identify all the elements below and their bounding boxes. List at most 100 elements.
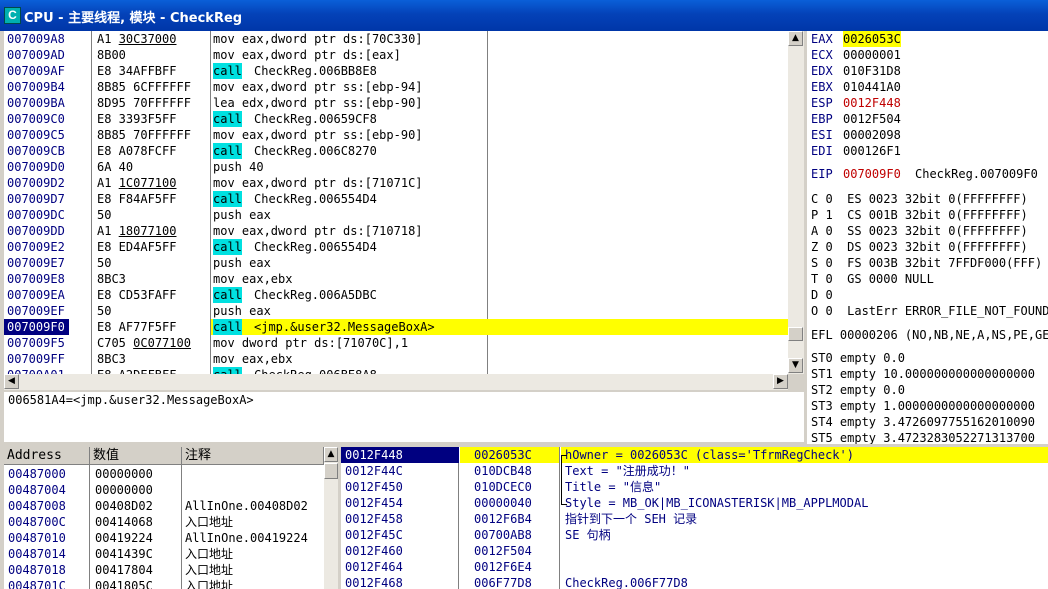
disasm-row[interactable]: 007009FF 8BC3 mov eax,ebx <box>4 351 788 367</box>
dump-row[interactable]: 0048700C 00414068 入口地址 <box>4 514 324 530</box>
dump-value: 00408D02 <box>95 499 153 513</box>
dump-value: 00414068 <box>95 515 153 529</box>
title-bar[interactable]: C CPU - 主要线程, 模块 - CheckReg <box>0 0 1048 31</box>
stack-row[interactable]: 0012F458 0012F6B4 指针到下一个 SEH 记录 <box>341 511 1048 527</box>
dump-header-comment[interactable]: 注释 <box>182 447 324 465</box>
scroll-down-button[interactable]: ▼ <box>788 358 803 373</box>
disasm-row[interactable]: 007009D0 6A 40 push 40 <box>4 159 788 175</box>
disasm-row[interactable]: 007009EF 50 push eax <box>4 303 788 319</box>
stack-address: 0012F468 <box>345 576 403 589</box>
stack-row[interactable]: 0012F464 0012F6E4 <box>341 559 1048 575</box>
disasm-hex: E8 F84AF5FF <box>97 192 177 206</box>
disasm-hex: 50 <box>97 304 112 318</box>
stack-row[interactable]: 0012F468 006F77D8 CheckReg.006F77D8 <box>341 575 1048 589</box>
disasm-instruction: CheckReg.006BE8A8 <box>254 367 377 374</box>
disasm-row[interactable]: 007009A8 A1 30C37000 mov eax,dword ptr ds:… <box>4 31 788 47</box>
info-line: 006581A4=<jmp.&user32.MessageBoxA> <box>8 393 254 407</box>
disasm-instruction: push 40 <box>213 160 264 174</box>
dump-row[interactable]: 00487014 0041439C 入口地址 <box>4 546 324 562</box>
disasm-address: 007009EA <box>7 288 65 302</box>
dump-row[interactable]: 00487010 00419224 AllInOne.00419224 <box>4 530 324 546</box>
disasm-row[interactable]: 007009D2 A1 1C077100 mov eax,dword ptr ds:… <box>4 175 788 191</box>
dump-row[interactable]: 00487004 00000000 <box>4 482 324 498</box>
dump-row[interactable]: 00487018 00417804 入口地址 <box>4 562 324 578</box>
dump-address: 00487014 <box>8 547 66 561</box>
stack-comment: Text = "注册成功！" <box>565 464 691 478</box>
disasm-row[interactable]: 007009C0 E8 3393F5FF call CheckReg.00659CF8 <box>4 111 788 127</box>
disassembly-vscrollbar[interactable]: ▲ ▼ <box>788 31 804 374</box>
flag-line: O 0 LastErr ERROR_FILE_NOT_FOUND <box>811 304 1048 318</box>
stack-address: 0012F454 <box>345 496 403 510</box>
stack-row[interactable]: 0012F450 010DCEC0 Title = "信息" <box>341 479 1048 495</box>
scroll-up-button[interactable]: ▲ <box>788 31 803 46</box>
disasm-row[interactable]: 007009B4 8B85 6CFFFFFF mov eax,dword ptr s… <box>4 79 788 95</box>
fpu-line: ST0 empty 0.0 <box>811 351 905 365</box>
scroll-right-button[interactable]: ▶ <box>773 374 788 389</box>
registers-pane[interactable]: EAX 0026053C ECX 00000001 EDX 010F31D8 EBX 0104… <box>807 31 1048 444</box>
dump-comment: 入口地址 <box>185 579 234 589</box>
disasm-row[interactable]: 007009AF E8 34AFFBFF call CheckReg.006BB8E8 <box>4 63 788 79</box>
dump-row[interactable]: 00487000 00000000 <box>4 466 324 482</box>
dump-comment: 入口地址 <box>185 515 234 529</box>
disasm-hex: 50 <box>97 208 112 222</box>
app-icon: C <box>4 7 21 24</box>
dump-row[interactable]: 0048701C 0041805C 入口地址 <box>4 578 324 589</box>
disasm-hex: A1 <box>97 176 119 190</box>
disasm-row[interactable]: 007009C5 8B85 70FFFFFF mov eax,dword ptr s… <box>4 127 788 143</box>
dump-value: 0041805C <box>95 579 153 589</box>
dump-row[interactable]: 00487008 00408D02 AllInOne.00408D02 <box>4 498 324 514</box>
scroll-up-button[interactable]: ▲ <box>324 447 338 462</box>
scroll-thumb[interactable] <box>324 463 338 479</box>
stack-row[interactable]: 0012F45C 00700AB8 SE 句柄 <box>341 527 1048 543</box>
dump-vscrollbar[interactable]: ▲ <box>324 447 338 589</box>
fpu-line: ST3 empty 1.0000000000000000000 <box>811 399 1035 413</box>
disasm-address: 007009AD <box>7 48 65 62</box>
disasm-row[interactable]: 007009DD A1 18077100 mov eax,dword ptr ds:… <box>4 223 788 239</box>
disasm-hex: A1 <box>97 224 119 238</box>
disassembly-pane[interactable]: 007009A8 A1 30C37000 mov eax,dword ptr ds:… <box>4 31 788 374</box>
stack-address: 0012F448 <box>345 448 403 462</box>
dump-header-value[interactable]: 数值 <box>90 447 182 465</box>
disasm-address: 007009D7 <box>7 192 65 206</box>
disasm-address: 007009E8 <box>7 272 65 286</box>
disasm-hex: E8 34AFFBFF <box>97 64 177 78</box>
disasm-address: 007009D0 <box>7 160 65 174</box>
disasm-row[interactable]: 007009F5 C705 0C077100 mov dword ptr ds:[7… <box>4 335 788 351</box>
dump-value: 00000000 <box>95 483 153 497</box>
stack-row[interactable]: 0012F44C 010DCB48 Text = "注册成功！" <box>341 463 1048 479</box>
disasm-row[interactable]: 007009AD 8B00 mov eax,dword ptr ds:[eax] <box>4 47 788 63</box>
stack-comment: Title = "信息" <box>565 480 662 494</box>
disasm-row[interactable]: 007009F0 E8 AF77F5FF call <jmp.&user32.Mess… <box>4 319 788 335</box>
stack-row[interactable]: 0012F460 0012F504 <box>341 543 1048 559</box>
dump-header-address[interactable]: Address <box>4 447 90 465</box>
disasm-row[interactable]: 007009CB E8 A078FCFF call CheckReg.006C8270 <box>4 143 788 159</box>
info-pane: 006581A4=<jmp.&user32.MessageBoxA> <box>4 392 804 442</box>
disasm-hex-operand: 1C077100 <box>118 176 177 190</box>
disasm-row[interactable]: 007009DC 50 push eax <box>4 207 788 223</box>
disasm-row[interactable]: 007009E2 E8 ED4AF5FF call CheckReg.006554D4 <box>4 239 788 255</box>
scroll-left-button[interactable]: ◀ <box>4 374 19 389</box>
stack-value: 0012F6E4 <box>474 560 532 574</box>
disasm-instruction: CheckReg.006554D4 <box>254 240 377 254</box>
scroll-thumb[interactable] <box>788 327 803 341</box>
disasm-row[interactable]: 007009D7 E8 F84AF5FF call CheckReg.006554D4 <box>4 191 788 207</box>
disasm-address: 007009F0 <box>4 319 69 335</box>
dump-comment: 入口地址 <box>185 547 234 561</box>
disasm-row[interactable]: 007009E7 50 push eax <box>4 255 788 271</box>
disasm-instruction: mov eax,dword ptr ds:[71071C] <box>213 176 423 190</box>
disasm-hex: 50 <box>97 256 112 270</box>
disassembly-hscrollbar[interactable]: ◀ ▶ <box>4 374 788 390</box>
disasm-row[interactable]: 007009BA 8D95 70FFFFFF lea edx,dword ptr s… <box>4 95 788 111</box>
stack-row[interactable]: 0012F448 0026053C hOwner = 0026053C (class… <box>341 447 1048 463</box>
disasm-hex: 6A 40 <box>97 160 134 174</box>
fpu-line: ST2 empty 0.0 <box>811 383 905 397</box>
disasm-row[interactable]: 00700A01 E8 A2DEFBFF call CheckReg.006BE8A8 <box>4 367 788 374</box>
disasm-row[interactable]: 007009EA E8 CD53FAFF call CheckReg.006A5DBC <box>4 287 788 303</box>
disasm-instruction: mov eax,ebx <box>213 272 293 286</box>
disasm-row[interactable]: 007009E8 8BC3 mov eax,ebx <box>4 271 788 287</box>
disasm-instruction: mov eax,ebx <box>213 352 293 366</box>
stack-row[interactable]: 0012F454 00000040 Style = MB_OK|MB_ICONAST… <box>341 495 1048 511</box>
stack-pane[interactable]: 0012F448 0026053C hOwner = 0026053C (class… <box>341 447 1048 589</box>
stack-comment: Style = MB_OK|MB_ICONASTERISK|MB_APPLMOD… <box>565 496 869 510</box>
memory-dump-pane[interactable]: Address 数值 注释 00487000 00000000 00487004 00… <box>4 447 324 589</box>
